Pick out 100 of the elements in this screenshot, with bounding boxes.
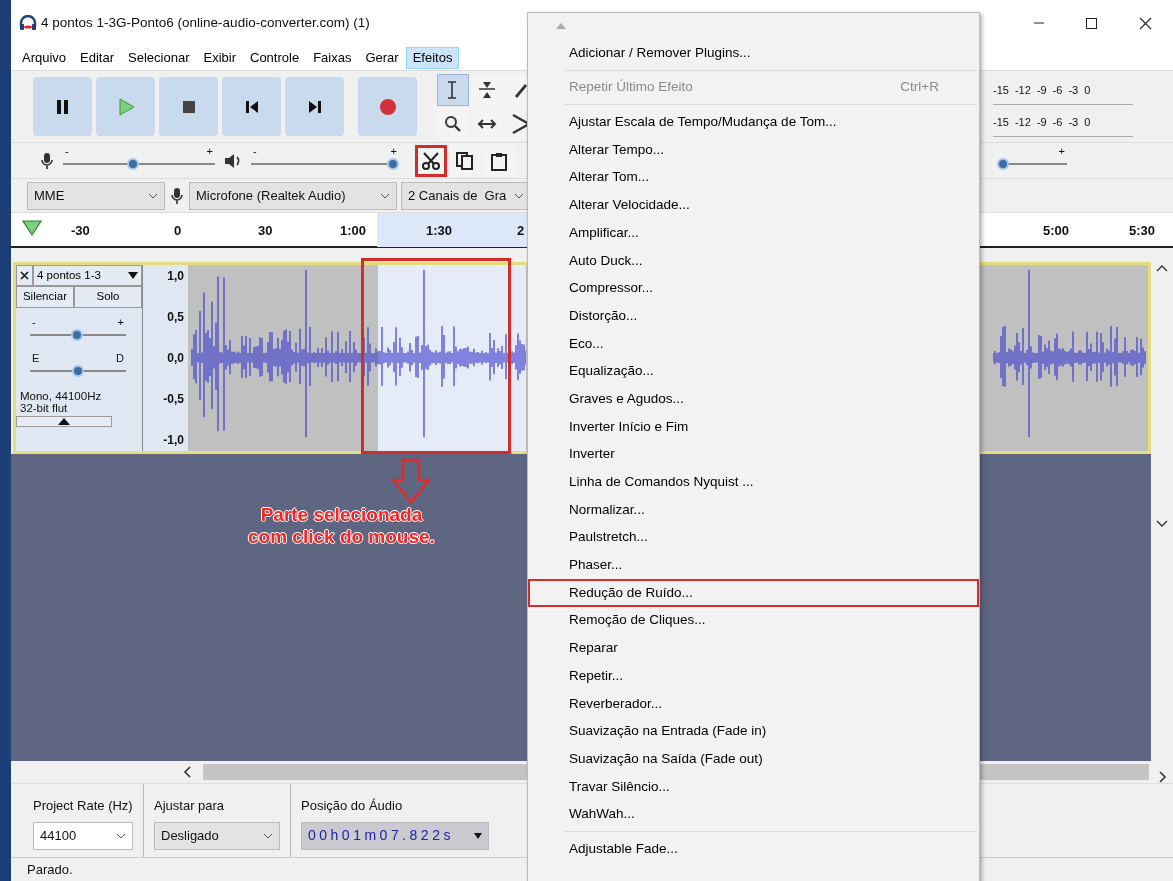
timeline-label: 5:00 — [1043, 222, 1070, 240]
meter-tick-label: 0 — [1084, 114, 1091, 130]
meter-tick-label: -15 — [993, 114, 1009, 130]
close-button[interactable] — [16, 265, 33, 287]
menu-item[interactable]: Inverter Início e Fim — [528, 412, 979, 441]
menu-item[interactable]: Paulstretch... — [528, 523, 979, 552]
track-info: Mono, 44100Hz 32-bit flut — [20, 389, 103, 414]
menu-item[interactable]: Distorção... — [528, 302, 979, 330]
i-beam-tool[interactable] — [437, 73, 469, 106]
menu-item[interactable]: Selecionar — [121, 47, 197, 69]
menu-item[interactable]: Travar Silêncio... — [528, 772, 979, 801]
triangle-icon — [21, 219, 43, 237]
menu-item[interactable]: Arquivo — [15, 47, 74, 69]
skip-to-start-button[interactable] — [222, 77, 281, 136]
menu-item[interactable]: Eco... — [528, 329, 979, 358]
field-label: Project Rate (Hz) — [33, 797, 133, 815]
scroll-up-button[interactable] — [1156, 264, 1168, 274]
scale-label: 1,0 — [167, 268, 184, 285]
menu-item[interactable]: Amplificar... — [528, 219, 979, 247]
shortcut-text: Ctrl+R — [900, 78, 939, 97]
slider-thumb[interactable] — [127, 157, 140, 170]
slider-thumb[interactable] — [71, 328, 84, 341]
scroll-left-button[interactable] — [183, 766, 193, 778]
collapse-button[interactable] — [16, 415, 112, 427]
meter-tick-label: -6 — [1052, 82, 1063, 98]
recording-device-dropdown[interactable]: Microfone (Realtek Audio) — [189, 181, 397, 210]
menu-item[interactable]: Linha de Comandos Nyquist ... — [528, 468, 979, 496]
slider-thumb[interactable] — [997, 157, 1009, 170]
pause-button[interactable] — [33, 77, 92, 136]
copy-button[interactable] — [449, 144, 481, 177]
down-arrow-icon — [391, 458, 431, 504]
close-icon — [1138, 16, 1152, 30]
slider-thumb[interactable] — [72, 364, 84, 377]
menu-item[interactable]: Phaser... — [528, 551, 979, 580]
chevron-right-icon — [1157, 771, 1167, 783]
skip-to-end-button[interactable] — [285, 77, 344, 136]
meter-tick-label: -12 — [1014, 82, 1031, 98]
maximize-icon — [1084, 16, 1098, 30]
menu-item[interactable]: Graves e Agudos... — [528, 385, 979, 413]
menu-item[interactable]: Equalização... — [528, 357, 979, 386]
close-icon — [20, 271, 29, 281]
envelope-tool-tool[interactable] — [471, 73, 503, 106]
chevron-up-icon — [1156, 264, 1168, 274]
slider-thumb[interactable] — [387, 157, 399, 170]
menu-item[interactable]: Suavização na Saída (Fade out) — [528, 745, 979, 773]
track-name-menu[interactable]: 4 pontos 1-3 — [33, 265, 142, 287]
menu-item[interactable]: Reparar — [528, 634, 979, 663]
menu-item[interactable]: Gerar — [358, 47, 406, 69]
meter-tick-label: -3 — [1068, 82, 1079, 98]
menu-item[interactable]: Remoção de Cliques... — [528, 606, 979, 635]
meter-tick-label: -6 — [1052, 114, 1063, 130]
menu-item[interactable]: Efeitos — [405, 47, 460, 69]
menu-item[interactable]: WahWah... — [528, 800, 979, 829]
menu-item[interactable]: Redução de Ruído... — [528, 579, 979, 607]
menu-item[interactable]: Alterar Tempo... — [528, 136, 979, 164]
solo-button[interactable]: Solo — [74, 286, 142, 308]
menu-item[interactable]: Repetir... — [528, 662, 979, 690]
stop-button[interactable] — [159, 77, 218, 136]
menu-item[interactable]: Reverberador... — [528, 689, 979, 718]
menu-item[interactable]: Inverter — [528, 440, 979, 469]
timeline-label: 2 — [517, 222, 525, 240]
zoom-tool[interactable] — [437, 107, 469, 140]
menu-item[interactable]: Suavização na Entrada (Fade in) — [528, 717, 979, 746]
menu-item[interactable]: Compressor... — [528, 274, 979, 303]
meter-tick-label: -3 — [1068, 114, 1079, 130]
zoom-icon — [443, 113, 463, 134]
chevron-down-icon — [148, 192, 158, 199]
menu-item[interactable]: Adjustable Fade... — [528, 835, 979, 863]
status-text: Parado. — [27, 860, 73, 879]
menu-item[interactable]: Alterar Velocidade... — [528, 191, 979, 220]
chevron-down-icon — [116, 832, 126, 839]
menu-item[interactable]: Auto Duck... — [528, 246, 979, 275]
clipboard-icon — [489, 150, 509, 171]
project-rate-dropdown[interactable]: 44100 — [33, 821, 133, 850]
scale-label: -0,5 — [163, 391, 184, 408]
timeline-label: -30 — [71, 222, 90, 240]
snap-to-dropdown[interactable]: Desligado — [154, 821, 280, 850]
scissors-button[interactable] — [415, 144, 447, 177]
meter-tick-label: -9 — [1036, 82, 1047, 98]
scale-label: 0,5 — [167, 309, 184, 326]
menu-item[interactable]: Faixas — [306, 47, 359, 69]
menu-item[interactable]: Adicionar / Remover Plugins... — [528, 39, 979, 67]
menu-item[interactable]: Alterar Tom... — [528, 163, 979, 192]
scroll-right-button[interactable] — [1157, 771, 1167, 783]
menu-item[interactable]: Normalizar... — [528, 496, 979, 524]
play-head-button[interactable] — [21, 219, 43, 237]
annotation-text: Parte selecionada com click do mouse. — [248, 504, 435, 548]
clipboard-button[interactable] — [483, 144, 515, 177]
scale-label: -1,0 — [163, 432, 184, 449]
mute-button[interactable]: Silenciar — [16, 286, 74, 308]
menu-item[interactable]: Editar — [73, 47, 122, 69]
menu-item[interactable]: Ajustar Escala de Tempo/Mudança de Tom... — [528, 108, 979, 137]
menu-item[interactable]: Controle — [243, 47, 307, 69]
audio-position-field[interactable]: 00h01m07.822s — [301, 821, 489, 850]
chevron-down-icon — [263, 832, 273, 839]
dropdown-triangle-icon — [128, 272, 138, 280]
double-arrow-tool[interactable] — [471, 107, 503, 140]
menu-item[interactable]: Exibir — [196, 47, 243, 69]
audio-host-dropdown[interactable]: MME — [27, 181, 165, 210]
record-button[interactable] — [358, 77, 417, 136]
